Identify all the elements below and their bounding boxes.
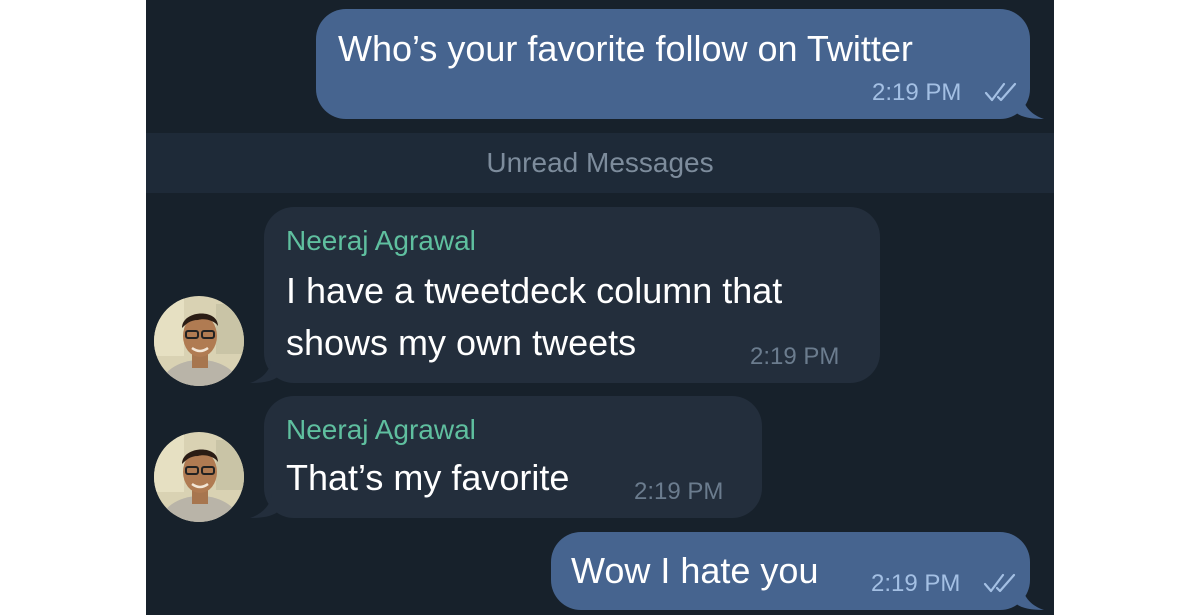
- message-time: 2:19 PM: [871, 570, 961, 597]
- message-text: That’s my favorite: [286, 457, 570, 498]
- chat-history[interactable]: Who’s your favorite follow on Twitter 2:…: [146, 0, 1054, 615]
- unread-messages-divider: Unread Messages: [146, 133, 1054, 193]
- message-time: 2:19 PM: [634, 478, 724, 505]
- message-text: Wow I hate you: [571, 550, 819, 591]
- double-check-icon: [984, 82, 1017, 102]
- avatar-image: [154, 432, 244, 522]
- user-avatar[interactable]: [154, 296, 244, 386]
- outgoing-message[interactable]: Who’s your favorite follow on Twitter 2:…: [316, 9, 1030, 119]
- incoming-message[interactable]: Neeraj Agrawal That’s my favorite 2:19 P…: [264, 396, 762, 518]
- sender-name: Neeraj Agrawal: [286, 414, 476, 445]
- incoming-message[interactable]: Neeraj Agrawal I have a tweetdeck column…: [264, 207, 880, 383]
- bubble-tail: [1014, 586, 1044, 610]
- message-time: 2:19 PM: [750, 343, 840, 370]
- bubble-tail: [250, 494, 280, 518]
- message-time: 2:19 PM: [872, 79, 962, 106]
- message-text: Who’s your favorite follow on Twitter: [338, 28, 913, 69]
- outgoing-message[interactable]: Wow I hate you 2:19 PM: [551, 532, 1030, 610]
- avatar-image: [154, 296, 244, 386]
- sender-name: Neeraj Agrawal: [286, 225, 476, 256]
- message-text-line: I have a tweetdeck column that: [286, 270, 783, 311]
- unread-messages-label: Unread Messages: [486, 147, 714, 178]
- user-avatar[interactable]: [154, 432, 244, 522]
- double-check-icon: [983, 573, 1016, 593]
- bubble-tail: [1014, 95, 1044, 119]
- message-text-line: shows my own tweets: [286, 322, 637, 363]
- bubble-tail: [250, 359, 280, 383]
